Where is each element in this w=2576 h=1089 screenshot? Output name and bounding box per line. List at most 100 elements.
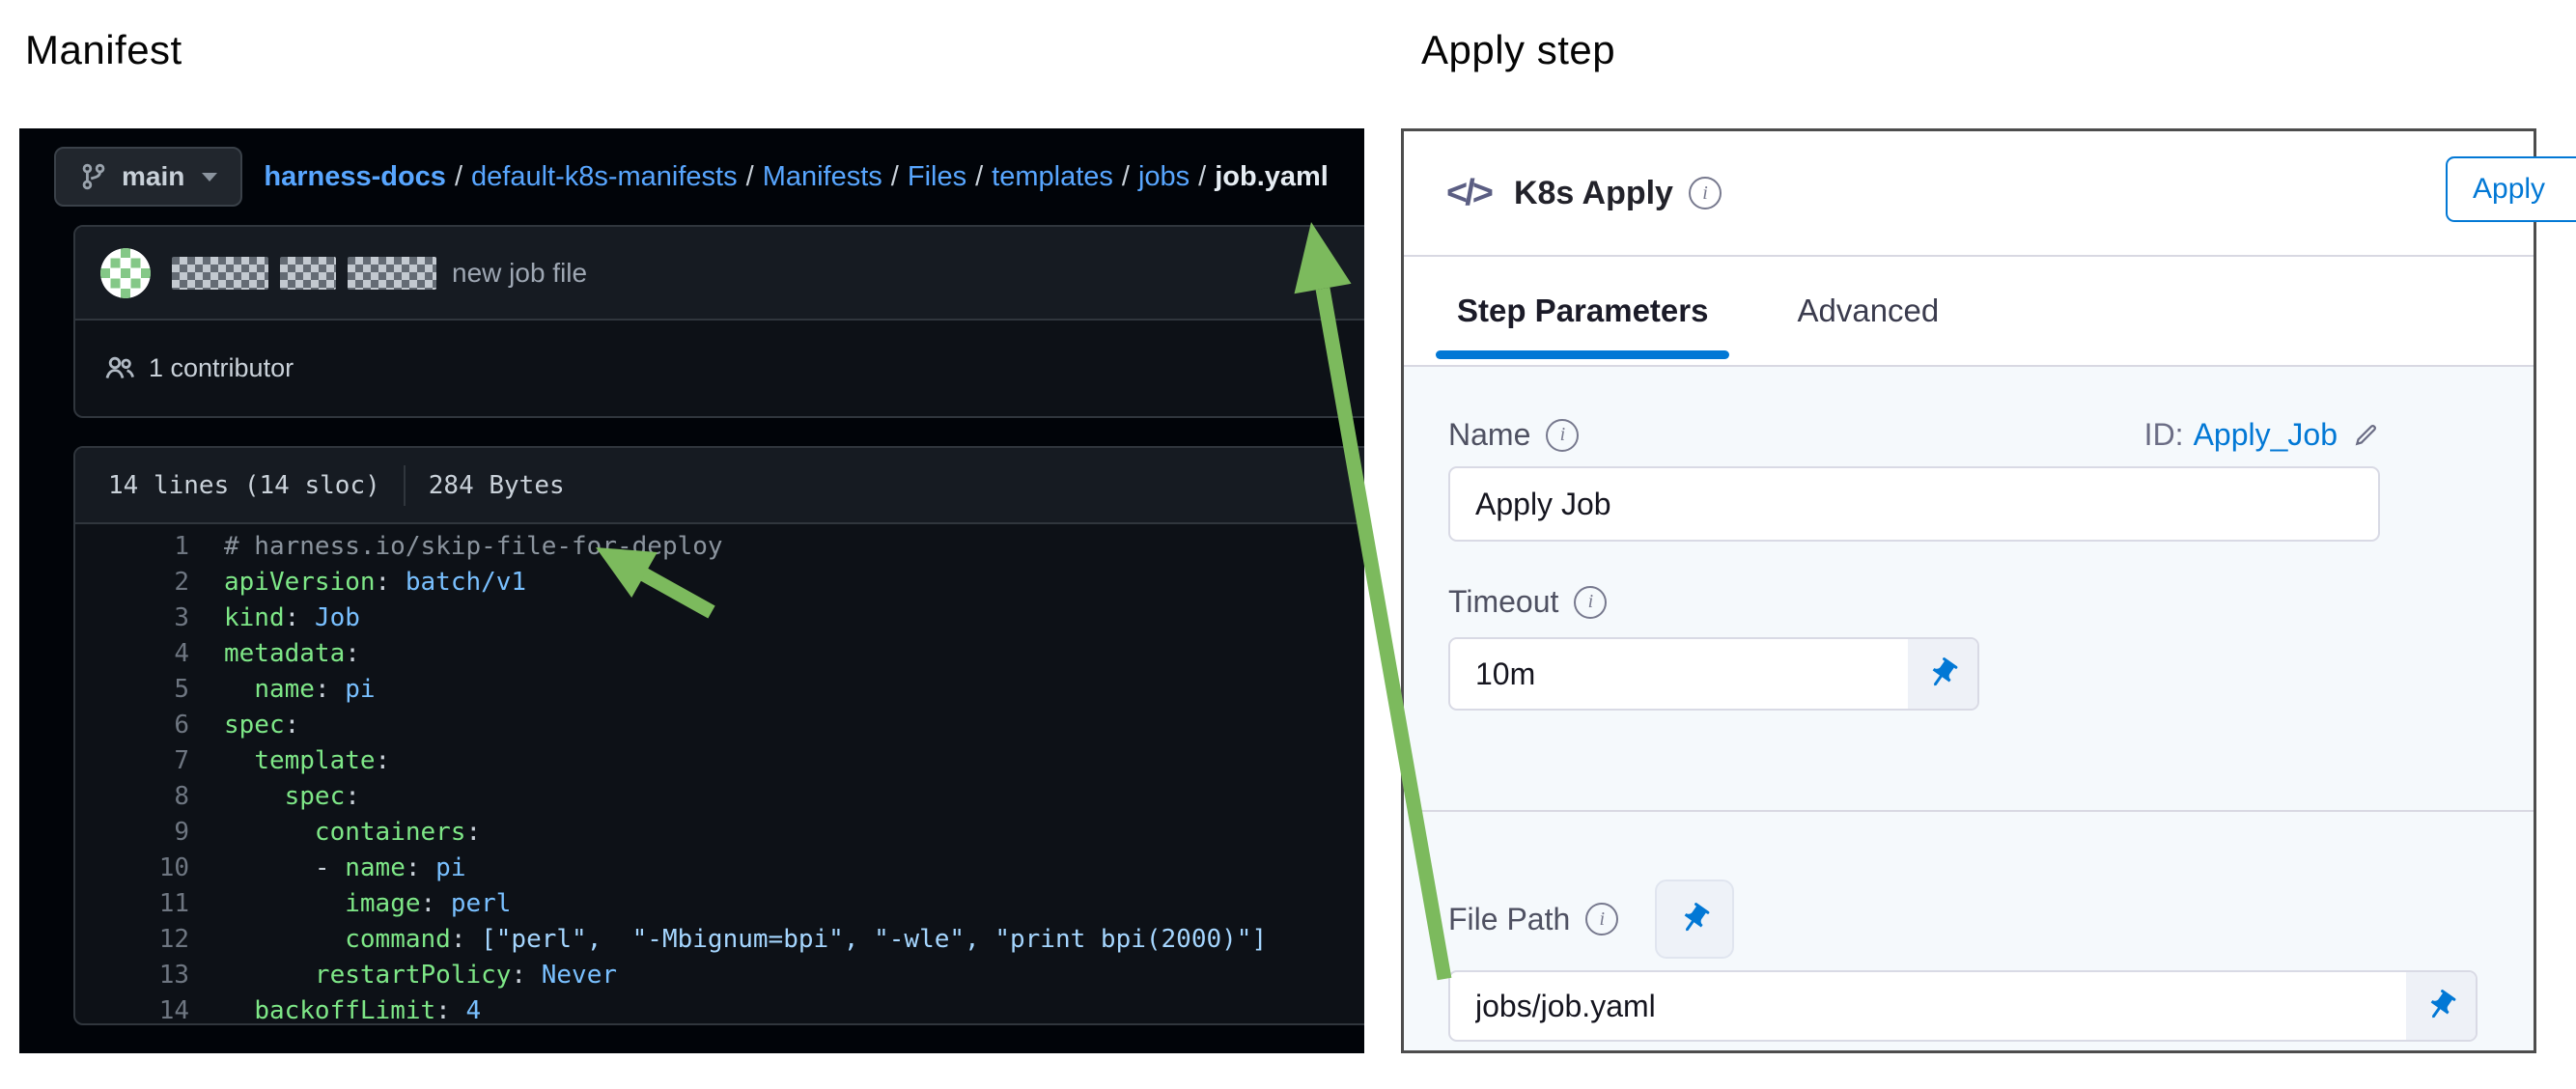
code-line: 12 command: ["perl", "-Mbignum=bpi", "-w… (75, 922, 1364, 958)
pin-icon[interactable] (2406, 972, 2476, 1040)
code-line: 11 image: perl (75, 886, 1364, 922)
name-label: Name i (1448, 417, 1579, 453)
code-text: apiVersion: batch/v1 (224, 565, 526, 600)
code-text: # harness.io/skip-file-for-deploy (224, 529, 723, 565)
code-text: - name: pi (224, 851, 465, 886)
step-id-link[interactable]: Apply_Job (2194, 417, 2338, 453)
line-number[interactable]: 12 (75, 922, 224, 958)
file-size: 284 Bytes (429, 471, 565, 500)
code-text: containers: (224, 815, 481, 851)
people-icon (104, 353, 135, 384)
code-text: backoffLimit: 4 (224, 993, 481, 1025)
breadcrumb-item[interactable]: jobs (1138, 161, 1190, 192)
code-text: command: ["perl", "-Mbignum=bpi", "-wle"… (224, 922, 1267, 958)
code-box: 14 lines (14 sloc) 284 Bytes 1# harness.… (73, 446, 1364, 1025)
line-number[interactable]: 8 (75, 779, 224, 815)
code-line: 9 containers: (75, 815, 1364, 851)
apply-step-title: Apply step (1421, 27, 1615, 73)
line-number[interactable]: 7 (75, 743, 224, 779)
branch-selector[interactable]: main (54, 147, 242, 207)
name-input[interactable] (1448, 466, 2380, 542)
code-line: 14 backoffLimit: 4 (75, 993, 1364, 1025)
breadcrumb-item[interactable]: Manifests (763, 161, 882, 192)
page: Manifest Apply step main harness-docs/de… (0, 0, 2576, 1089)
section-divider (1419, 810, 2534, 812)
info-icon[interactable]: i (1574, 586, 1607, 619)
code-body: 1# harness.io/skip-file-for-deploy2apiVe… (75, 524, 1364, 1025)
tab-bar: Step Parameters Advanced (1404, 257, 2534, 367)
tab-advanced[interactable]: Advanced (1797, 293, 1939, 329)
breadcrumb-item[interactable]: harness-docs (264, 161, 446, 192)
apply-changes-button[interactable]: Apply (2446, 156, 2576, 222)
git-branch-icon (79, 162, 108, 191)
info-icon[interactable]: i (1585, 903, 1618, 935)
divider (404, 465, 406, 506)
breadcrumb-separator: / (1113, 161, 1138, 192)
file-path-label: File Path i (1448, 902, 1618, 937)
code-text: restartPolicy: Never (224, 958, 617, 993)
step-id-block: ID: Apply_Job (2144, 417, 2380, 453)
edit-pencil-icon[interactable] (2351, 421, 2380, 450)
tab-step-parameters[interactable]: Step Parameters (1457, 293, 1708, 329)
name-label-row: Name i ID: Apply_Job (1448, 417, 2380, 453)
line-number[interactable]: 10 (75, 851, 224, 886)
code-icon: </> (1446, 173, 1491, 214)
id-label: ID: (2144, 417, 2184, 453)
commit-header: new job file (75, 227, 1364, 321)
manifest-title: Manifest (25, 27, 182, 73)
code-line: 13 restartPolicy: Never (75, 958, 1364, 993)
breadcrumb-separator: / (446, 161, 471, 192)
breadcrumb-item[interactable]: Files (908, 161, 966, 192)
breadcrumb-separator: / (1190, 161, 1215, 192)
chevron-down-icon (202, 173, 217, 182)
commit-message[interactable]: new job file (452, 258, 587, 289)
file-path-input-group (1448, 970, 2478, 1042)
code-text: kind: Job (224, 600, 360, 636)
redacted-username (172, 257, 436, 290)
code-line: 2apiVersion: batch/v1 (75, 565, 1364, 600)
line-number[interactable]: 9 (75, 815, 224, 851)
contributors-row[interactable]: 1 contributor (75, 321, 1364, 416)
pin-icon[interactable] (1908, 639, 1977, 709)
timeout-input-group (1448, 637, 1979, 711)
line-number[interactable]: 2 (75, 565, 224, 600)
info-icon[interactable]: i (1546, 419, 1579, 452)
code-line: 7 template: (75, 743, 1364, 779)
line-number[interactable]: 6 (75, 708, 224, 743)
github-file-viewer: main harness-docs/default-k8s-manifests/… (19, 128, 1364, 1053)
breadcrumb-separator: / (882, 161, 908, 192)
breadcrumb: harness-docs/default-k8s-manifests/Manif… (264, 161, 1329, 193)
code-line: 4metadata: (75, 636, 1364, 672)
step-parameters-form: Name i ID: Apply_Job Timeout i (1404, 367, 2534, 1050)
line-number[interactable]: 14 (75, 993, 224, 1025)
line-number[interactable]: 3 (75, 600, 224, 636)
line-number[interactable]: 13 (75, 958, 224, 993)
breadcrumb-item: job.yaml (1215, 161, 1329, 192)
pin-button[interactable] (1655, 880, 1734, 959)
info-icon[interactable]: i (1689, 177, 1722, 209)
k8s-apply-step-panel: </> K8s Apply i Step Parameters Advanced… (1401, 128, 2536, 1053)
code-text: name: pi (224, 672, 376, 708)
line-number[interactable]: 1 (75, 529, 224, 565)
code-text: spec: (224, 708, 299, 743)
file-path-label-row: File Path i (1448, 880, 2534, 959)
code-line: 5 name: pi (75, 672, 1364, 708)
avatar[interactable] (100, 248, 151, 298)
file-stats-bar: 14 lines (14 sloc) 284 Bytes (75, 448, 1364, 524)
code-line: 1# harness.io/skip-file-for-deploy (75, 529, 1364, 565)
line-number[interactable]: 4 (75, 636, 224, 672)
branch-name: main (122, 161, 184, 192)
step-header: </> K8s Apply i (1404, 131, 2534, 257)
timeout-input[interactable] (1450, 639, 1908, 709)
github-topbar: main harness-docs/default-k8s-manifests/… (19, 128, 1364, 225)
line-number[interactable]: 5 (75, 672, 224, 708)
breadcrumb-separator: / (738, 161, 763, 192)
breadcrumb-item[interactable]: default-k8s-manifests (471, 161, 738, 192)
line-number[interactable]: 11 (75, 886, 224, 922)
active-tab-underline (1436, 350, 1729, 359)
file-path-input[interactable] (1450, 972, 2406, 1040)
breadcrumb-item[interactable]: templates (992, 161, 1113, 192)
code-line: 6spec: (75, 708, 1364, 743)
code-text: spec: (224, 779, 360, 815)
timeout-label: Timeout i (1448, 584, 2534, 620)
